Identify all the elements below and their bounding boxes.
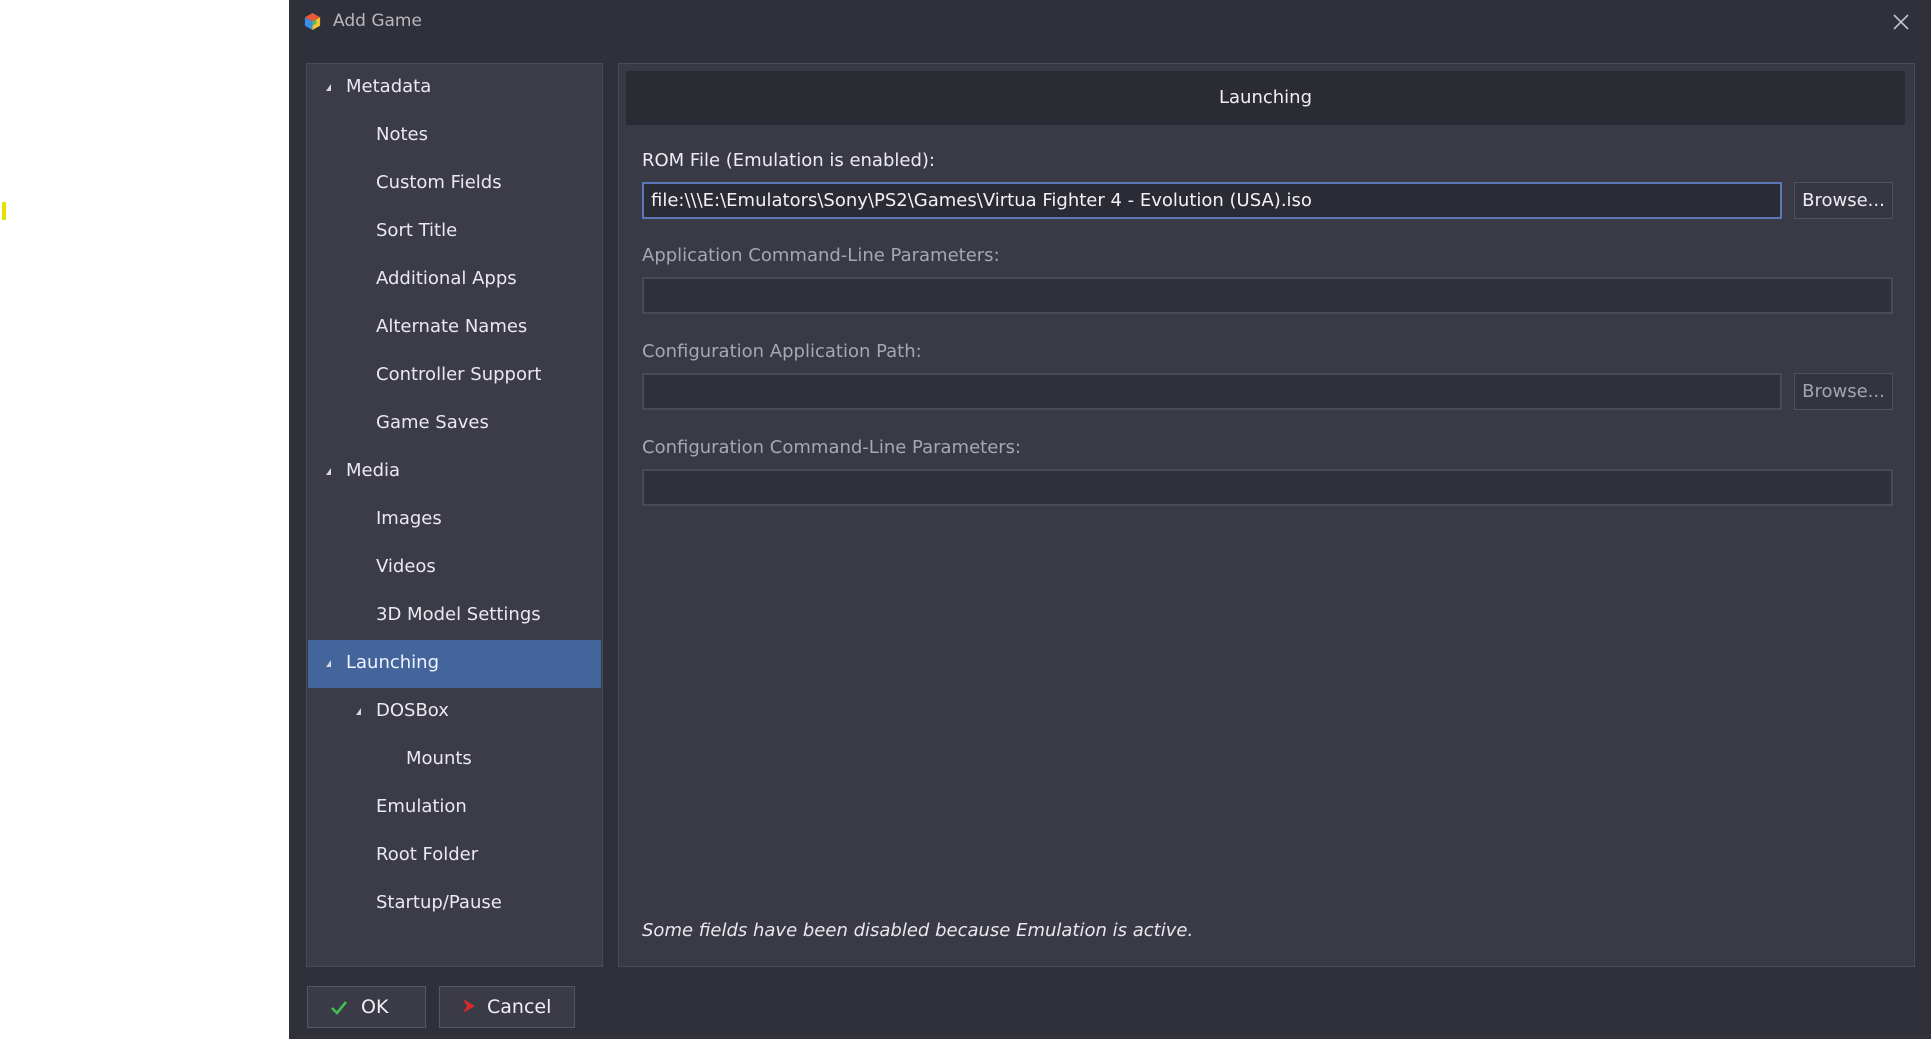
sidebar-item-3d-model-settings[interactable]: 3D Model Settings: [308, 592, 601, 640]
sidebar-item-root-folder[interactable]: Root Folder: [308, 832, 601, 880]
ok-button[interactable]: OK: [307, 986, 426, 1028]
sidebar-item-label: Images: [376, 508, 442, 529]
checkmark-icon: [331, 1001, 348, 1015]
sidebar-item-label: 3D Model Settings: [376, 604, 541, 625]
sidebar-item-label: Custom Fields: [376, 172, 502, 193]
rom-file-label: ROM File (Emulation is enabled):: [642, 150, 935, 171]
section-title: Launching: [626, 71, 1905, 125]
sidebar-item-label: Media: [346, 460, 401, 481]
sidebar-item-label: Game Saves: [376, 412, 489, 433]
add-game-dialog: Add Game Metadata Notes Custom Fields So…: [289, 0, 1931, 1039]
expand-arrow-icon[interactable]: [326, 468, 331, 475]
app-logo-icon: [304, 12, 321, 31]
sidebar-item-sort-title[interactable]: Sort Title: [308, 208, 601, 256]
config-cmdline-label: Configuration Command-Line Parameters:: [642, 437, 1022, 458]
sidebar-item-label: Startup/Pause: [376, 892, 502, 913]
window-title: Add Game: [333, 11, 422, 31]
sidebar-item-label: Additional Apps: [376, 268, 517, 289]
sidebar-item-label: Metadata: [346, 76, 432, 97]
sidebar-item-alternate-names[interactable]: Alternate Names: [308, 304, 601, 352]
ok-button-label: OK: [361, 996, 389, 1018]
sidebar-item-label: DOSBox: [376, 700, 449, 721]
sidebar-item-label: Videos: [376, 556, 436, 577]
sidebar-item-custom-fields[interactable]: Custom Fields: [308, 160, 601, 208]
sidebar-item-label: Emulation: [376, 796, 467, 817]
highlight-marker: [2, 202, 6, 220]
close-icon: [1893, 14, 1909, 30]
cancel-button-label: Cancel: [487, 996, 552, 1018]
config-path-input[interactable]: [642, 373, 1782, 410]
sidebar-item-controller-support[interactable]: Controller Support: [308, 352, 601, 400]
sidebar-item-startup-pause[interactable]: Startup/Pause: [308, 880, 601, 928]
cancel-button[interactable]: Cancel: [439, 986, 575, 1028]
close-button[interactable]: [1885, 6, 1917, 38]
config-path-label: Configuration Application Path:: [642, 341, 922, 362]
sidebar-item-mounts[interactable]: Mounts: [308, 736, 601, 784]
config-path-browse-button[interactable]: Browse...: [1794, 373, 1893, 410]
sidebar-item-label: Notes: [376, 124, 428, 145]
launching-panel: Launching ROM File (Emulation is enabled…: [618, 63, 1915, 967]
sidebar-nav: Metadata Notes Custom Fields Sort Title …: [306, 63, 603, 967]
sidebar-item-label: Root Folder: [376, 844, 479, 865]
sidebar-item-images[interactable]: Images: [308, 496, 601, 544]
sidebar-item-metadata[interactable]: Metadata: [308, 64, 601, 112]
expand-arrow-icon[interactable]: [326, 84, 331, 91]
config-cmdline-input[interactable]: [642, 469, 1893, 506]
sidebar-item-game-saves[interactable]: Game Saves: [308, 400, 601, 448]
sidebar-item-emulation[interactable]: Emulation: [308, 784, 601, 832]
app-cmdline-label: Application Command-Line Parameters:: [642, 245, 1000, 266]
rom-file-input[interactable]: file:\\\E:\Emulators\Sony\PS2\Games\Virt…: [642, 182, 1782, 219]
title-bar: Add Game: [289, 0, 1931, 44]
sidebar-item-notes[interactable]: Notes: [308, 112, 601, 160]
sidebar-item-additional-apps[interactable]: Additional Apps: [308, 256, 601, 304]
sidebar-item-label: Mounts: [406, 748, 472, 769]
cancel-icon: [463, 999, 475, 1013]
sidebar-item-dosbox[interactable]: DOSBox: [308, 688, 601, 736]
app-cmdline-input[interactable]: [642, 277, 1893, 314]
expand-arrow-icon[interactable]: [356, 708, 361, 715]
sidebar-item-label: Sort Title: [376, 220, 458, 241]
sidebar-item-label: Launching: [346, 652, 440, 673]
emulation-note: Some fields have been disabled because E…: [642, 920, 1194, 941]
sidebar-item-videos[interactable]: Videos: [308, 544, 601, 592]
sidebar-item-media[interactable]: Media: [308, 448, 601, 496]
sidebar-item-launching[interactable]: Launching: [308, 640, 601, 688]
sidebar-item-label: Alternate Names: [376, 316, 528, 337]
sidebar-item-label: Controller Support: [376, 364, 542, 385]
rom-file-browse-button[interactable]: Browse...: [1794, 182, 1893, 219]
expand-arrow-icon[interactable]: [326, 660, 331, 667]
